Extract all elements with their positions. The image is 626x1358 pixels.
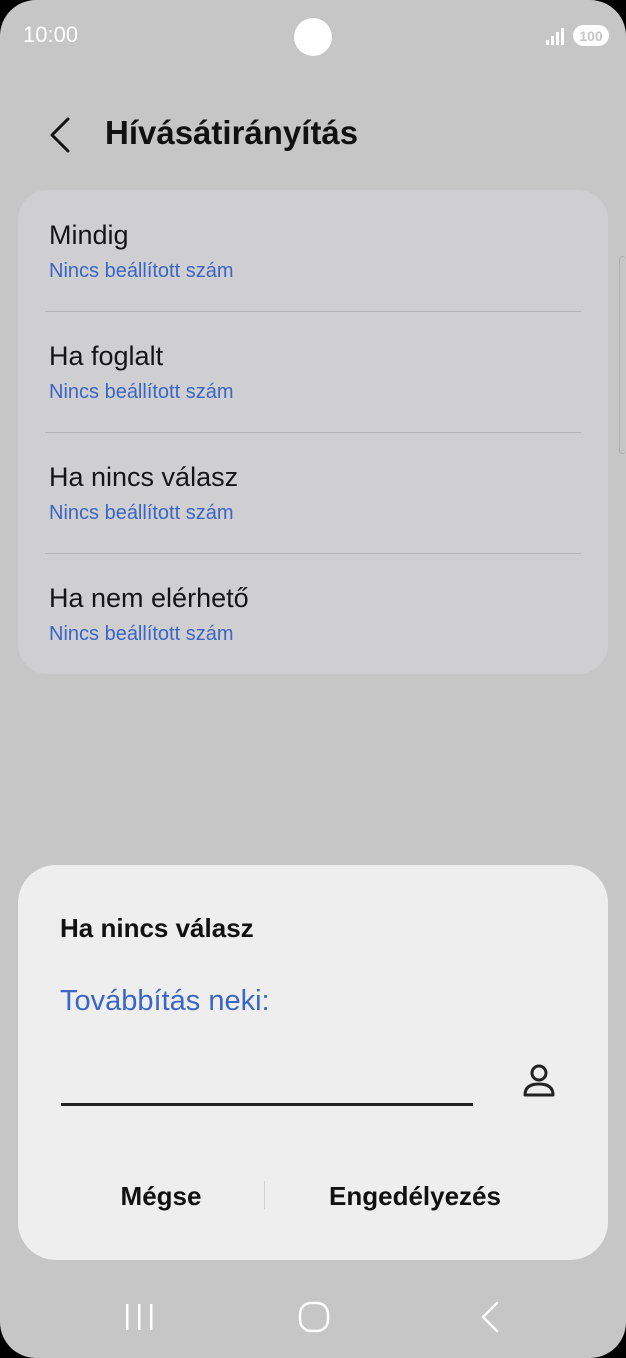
option-title: Ha foglalt xyxy=(49,341,164,371)
back-button[interactable] xyxy=(42,114,82,156)
option-unreachable[interactable]: Ha nem elérhető Nincs beállított szám xyxy=(18,553,608,674)
person-icon xyxy=(523,1064,555,1097)
scrollbar[interactable] xyxy=(619,256,626,454)
option-subtitle: Nincs beállított szám xyxy=(49,381,234,403)
battery-icon: 100 xyxy=(573,25,609,46)
status-time: 10:00 xyxy=(23,22,79,47)
option-subtitle: Nincs beállított szám xyxy=(49,260,234,282)
signal-icon xyxy=(546,28,564,45)
option-no-answer[interactable]: Ha nincs válasz Nincs beállított szám xyxy=(18,432,608,553)
page-title: Hívásátirányítás xyxy=(105,114,359,151)
recent-apps-icon[interactable] xyxy=(114,1295,164,1339)
option-busy[interactable]: Ha foglalt Nincs beállított szám xyxy=(18,311,608,432)
forward-dialog: Ha nincs válasz Továbbítás neki: Mégse E… xyxy=(18,865,608,1260)
option-title: Ha nem elérhető xyxy=(49,583,249,613)
phone-number-input[interactable] xyxy=(61,1047,473,1106)
dialog-title: Ha nincs válasz xyxy=(60,913,254,943)
home-icon[interactable] xyxy=(289,1295,339,1339)
battery-level: 100 xyxy=(579,27,603,44)
forwarding-options-list: Mindig Nincs beállított szám Ha foglalt … xyxy=(18,190,608,674)
chevron-left-icon xyxy=(50,117,70,153)
back-icon[interactable] xyxy=(465,1295,515,1339)
option-subtitle: Nincs beállított szám xyxy=(49,623,234,645)
forward-to-label: Továbbítás neki: xyxy=(60,985,270,1017)
option-title: Ha nincs válasz xyxy=(49,462,239,492)
button-separator xyxy=(264,1181,265,1209)
phone-screen: 10:00 100 Hívásátirányítás Mindig Nincs … xyxy=(0,0,626,1358)
enable-button[interactable]: Engedélyezés xyxy=(295,1173,535,1219)
option-title: Mindig xyxy=(49,220,129,250)
front-camera xyxy=(294,18,332,56)
cancel-button[interactable]: Mégse xyxy=(78,1173,244,1219)
option-subtitle: Nincs beállított szám xyxy=(49,502,234,524)
option-always[interactable]: Mindig Nincs beállított szám xyxy=(18,190,608,311)
contact-picker-button[interactable] xyxy=(518,1060,560,1102)
